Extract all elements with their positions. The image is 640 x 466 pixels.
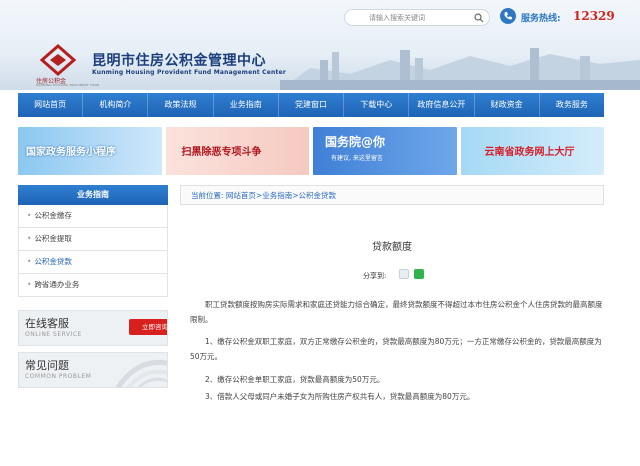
- nav-item-services[interactable]: 政务服务: [540, 93, 604, 117]
- nav-item-about[interactable]: 机构简介: [83, 93, 149, 117]
- site-title: 昆明市住房公积金管理中心: [92, 53, 266, 69]
- share-weibo-icon[interactable]: [399, 269, 409, 279]
- sidebar-item-label: 公积金提取: [34, 234, 72, 243]
- decorative-swirl-icon: [115, 359, 167, 387]
- search-icon[interactable]: [474, 13, 484, 23]
- banner-gov-miniprogram[interactable]: 国家政务服务小程序: [18, 127, 162, 175]
- provident-fund-logo: [39, 44, 77, 76]
- banner-anti-crime[interactable]: 扫黑除恶专项斗争: [165, 127, 309, 175]
- article-paragraph: 2、缴存公积金单职工家庭，贷款最高额度为50万元。: [205, 375, 385, 384]
- site-header: 住房公积金 KUNMING HOUSING PROVIDENT FUND 昆明市…: [0, 0, 640, 90]
- article-paragraph: 3、借款人父母或同户未婚子女为所购住房产权共有人，贷款最高额度为80万元。: [205, 392, 475, 401]
- nav-item-guide[interactable]: 业务指南: [214, 93, 279, 117]
- article-paragraph: 职工贷款额度按购房实际需求和家庭还贷能力综合确定，最终贷款额度不得超过本市住房公…: [190, 300, 603, 324]
- banner-text: 云南省政务网上大厅: [484, 147, 575, 158]
- banner-text: 国家政务服务小程序: [26, 147, 116, 158]
- faq-subtitle: COMMON PROBLEM: [25, 373, 92, 380]
- bullet-icon: •: [27, 234, 32, 243]
- breadcrumb-home[interactable]: 网站首页: [226, 191, 256, 200]
- banner-state-council[interactable]: 国务院@你 有建议, 来这里留言: [313, 127, 457, 175]
- article-paragraph: 1、缴存公积金双职工家庭，双方正常缴存公积金的，贷款最高额度为80万元；一方正常…: [190, 337, 602, 361]
- sidebar-heading: 业务指南: [18, 185, 168, 205]
- breadcrumb-guide[interactable]: 业务指南: [262, 191, 292, 200]
- site-title-english: Kunming Housing Provident Fund Managemen…: [92, 69, 287, 76]
- banner-text: 扫黑除恶专项斗争: [181, 147, 262, 158]
- article-title: 贷款额度: [372, 242, 412, 253]
- sidebar-item-label: 跨省通办业务: [34, 280, 80, 289]
- faq-box[interactable]: 常见问题 COMMON PROBLEM: [18, 352, 168, 388]
- breadcrumb-label: 当前位置:: [191, 191, 224, 200]
- city-skyline-image: [280, 48, 640, 90]
- sidebar-item-cross-province[interactable]: • 跨省通办业务: [18, 274, 168, 297]
- search-input[interactable]: 请输入搜索关键词: [344, 9, 490, 26]
- online-service-subtitle: ONLINE SERVICE: [25, 331, 82, 338]
- bullet-icon: •: [27, 211, 32, 220]
- banner-subtext: 有建议, 来这里留言: [331, 155, 383, 162]
- hotline-number: 12329: [573, 9, 615, 23]
- faq-title: 常见问题: [25, 359, 69, 372]
- sidebar-item-withdraw[interactable]: • 公积金提取: [18, 228, 168, 251]
- search-placeholder: 请输入搜索关键词: [369, 14, 425, 22]
- banner-text: 国务院@你: [325, 135, 386, 149]
- breadcrumb-loan[interactable]: 公积金贷款: [299, 191, 337, 200]
- phone-icon: [500, 8, 516, 24]
- share-label: 分享到:: [363, 272, 387, 280]
- nav-item-disclosure[interactable]: 政府信息公开: [409, 93, 475, 117]
- nav-item-finance[interactable]: 财政资金: [475, 93, 540, 117]
- nav-item-download[interactable]: 下载中心: [344, 93, 410, 117]
- sidebar-item-deposit[interactable]: • 公积金缴存: [18, 205, 168, 228]
- sidebar-item-label: 公积金贷款: [34, 257, 72, 266]
- nav-item-home[interactable]: 网站首页: [18, 93, 84, 117]
- breadcrumb: 当前位置: 网站首页>业务指南>公积金贷款: [180, 185, 604, 205]
- banner-yunnan-hall[interactable]: 云南省政务网上大厅: [460, 127, 604, 175]
- hotline-label: 服务热线:: [521, 14, 561, 24]
- banner-row: 国家政务服务小程序 扫黑除恶专项斗争 国务院@你 有建议, 来这里留言 云南省政…: [18, 127, 604, 175]
- share-wechat-icon[interactable]: [414, 269, 424, 279]
- sidebar-item-label: 公积金缴存: [34, 211, 72, 220]
- bullet-icon: •: [27, 280, 32, 289]
- sidebar: 业务指南 • 公积金缴存 • 公积金提取 • 公积金贷款 • 跨省通办业务: [18, 185, 168, 297]
- nav-item-policy[interactable]: 政策法规: [148, 93, 214, 117]
- bullet-icon: •: [27, 257, 32, 266]
- online-service-title: 在线客服: [25, 317, 69, 330]
- online-service-box[interactable]: 在线客服 ONLINE SERVICE 立即咨询: [18, 310, 168, 346]
- sidebar-item-loan[interactable]: • 公积金贷款: [18, 251, 168, 274]
- logo-subtext: KUNMING HOUSING PROVIDENT FUND: [36, 83, 100, 87]
- main-nav: 网站首页 机构简介 政策法规 业务指南 党建窗口 下载中心 政府信息公开 财政资…: [18, 93, 604, 117]
- consult-button[interactable]: 立即咨询: [129, 319, 167, 335]
- nav-item-party[interactable]: 党建窗口: [279, 93, 345, 117]
